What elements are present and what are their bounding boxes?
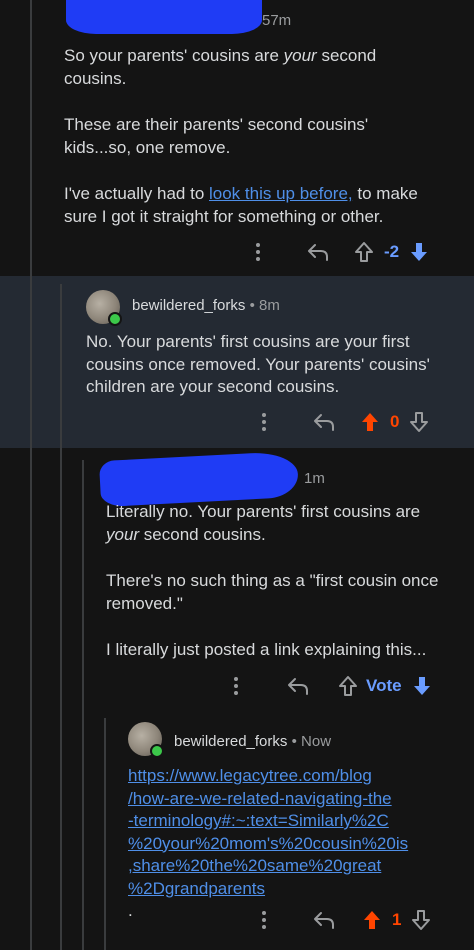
reply-icon[interactable] [296, 242, 340, 262]
paragraph: These are their parents' second cousins'… [64, 115, 369, 157]
comment-actions: Vote [224, 672, 434, 700]
comment-body: Literally no. Your parents' first cousin… [106, 501, 456, 662]
separator-dot: • [291, 733, 297, 750]
url-link[interactable]: https://www.legacytree.com/blog /how-are… [128, 765, 458, 900]
thread-line [82, 460, 84, 950]
comment-body: So your parents' cousins are your second… [64, 45, 434, 228]
comment-time: 1m [304, 470, 325, 487]
thread-line [60, 284, 62, 448]
redacted-username [66, 0, 262, 34]
avatar[interactable] [128, 722, 164, 758]
comment-actions: -2 [246, 238, 431, 266]
reply-icon[interactable] [302, 910, 346, 930]
username[interactable]: bewildered_forks [132, 297, 245, 314]
comment-time: 57m [262, 12, 292, 29]
paragraph: Literally no. Your parents' first cousin… [106, 502, 421, 544]
thread-line [104, 718, 106, 950]
comment-actions: 1 [252, 906, 433, 934]
reply-icon[interactable] [302, 412, 346, 432]
vote-count: 1 [392, 910, 402, 929]
more-options-icon[interactable] [252, 910, 276, 930]
paragraph: I literally just posted a link explainin… [106, 640, 427, 659]
upvote-icon[interactable] [358, 909, 386, 931]
username[interactable]: bewildered_forks [174, 733, 287, 750]
upvote-icon[interactable] [356, 411, 384, 433]
comment-time: 8m [259, 297, 280, 314]
thread-line [30, 276, 32, 448]
comment-actions: 0 [252, 408, 431, 436]
separator-dot: • [249, 297, 255, 314]
thread-line [60, 448, 62, 950]
avatar[interactable] [86, 290, 122, 326]
paragraph: So your parents' cousins are your second… [64, 46, 377, 88]
thread-line [30, 0, 32, 276]
downvote-icon[interactable] [407, 241, 431, 263]
online-indicator [150, 744, 164, 758]
thread-line [30, 448, 32, 950]
comment-meta: bewildered_forks • Now [174, 733, 331, 750]
vote-label: Vote [366, 676, 402, 695]
more-options-icon[interactable] [224, 676, 248, 696]
reply-icon[interactable] [276, 676, 320, 696]
upvote-icon[interactable] [334, 675, 362, 697]
comment-body: No. Your parents' first cousins are your… [86, 332, 430, 396]
trailing-period: . [128, 901, 133, 920]
comment-time: Now [301, 733, 332, 750]
more-options-icon[interactable] [252, 412, 276, 432]
paragraph: There's no such thing as a "first cousin… [106, 571, 439, 613]
paragraph: I've actually had to look this up before… [64, 184, 418, 226]
downvote-icon[interactable] [409, 909, 433, 931]
vote-count: -2 [384, 242, 400, 261]
comment-meta: bewildered_forks • 8m [132, 297, 280, 314]
comment-body: https://www.legacytree.com/blog /how-are… [128, 765, 458, 923]
online-indicator [108, 312, 122, 326]
inline-link[interactable]: look this up before, [209, 184, 353, 203]
upvote-icon[interactable] [350, 241, 378, 263]
more-options-icon[interactable] [246, 242, 270, 262]
vote-count: 0 [390, 412, 400, 431]
downvote-icon[interactable] [407, 411, 431, 433]
downvote-icon[interactable] [410, 675, 434, 697]
redacted-username [98, 450, 300, 508]
